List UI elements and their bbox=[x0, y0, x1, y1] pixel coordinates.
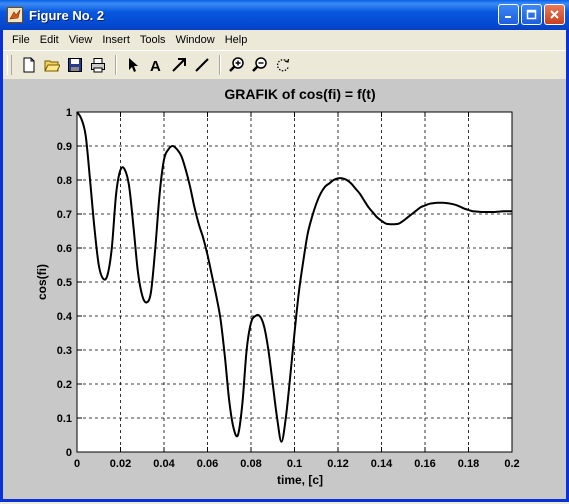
x-tick-label: 0.04 bbox=[153, 458, 175, 470]
insert-line-button[interactable] bbox=[191, 54, 213, 76]
maximize-icon bbox=[526, 9, 537, 20]
y-tick-label: 0.9 bbox=[57, 141, 72, 153]
zoom-in-button[interactable] bbox=[226, 54, 248, 76]
figure-toolbar: A bbox=[3, 50, 566, 80]
y-tick-label: 0.7 bbox=[57, 209, 72, 221]
title-bar[interactable]: Figure No. 2 bbox=[0, 0, 569, 30]
new-figure-button[interactable] bbox=[18, 54, 40, 76]
edit-plot-button[interactable] bbox=[122, 54, 144, 76]
minimize-icon bbox=[505, 16, 511, 18]
y-tick-label: 0.4 bbox=[57, 311, 73, 323]
x-tick-label: 0.16 bbox=[414, 458, 435, 470]
zoom-out-button[interactable] bbox=[249, 54, 271, 76]
close-button[interactable] bbox=[544, 4, 565, 25]
y-tick-label: 0.6 bbox=[57, 243, 72, 255]
x-tick-label: 0.08 bbox=[240, 458, 261, 470]
insert-text-button[interactable]: A bbox=[145, 54, 167, 76]
y-tick-label: 0.3 bbox=[57, 345, 72, 357]
open-file-button[interactable] bbox=[41, 54, 63, 76]
arrow-insert-icon bbox=[172, 58, 186, 72]
save-icon bbox=[68, 58, 82, 72]
svg-text:A: A bbox=[150, 58, 161, 73]
toolbar-grip[interactable] bbox=[7, 55, 12, 75]
menu-view[interactable]: View bbox=[64, 32, 98, 48]
save-button[interactable] bbox=[64, 54, 86, 76]
matlab-app-icon bbox=[7, 7, 23, 23]
menu-tools[interactable]: Tools bbox=[135, 32, 171, 48]
y-tick-label: 0.5 bbox=[57, 277, 72, 289]
x-tick-label: 0.1 bbox=[287, 458, 302, 470]
print-button[interactable] bbox=[87, 54, 109, 76]
menu-help[interactable]: Help bbox=[220, 32, 253, 48]
rotate-icon bbox=[276, 58, 290, 72]
print-icon bbox=[91, 58, 105, 73]
x-tick-labels: 0 0.02 0.04 0.06 0.08 0.1 0.12 0.14 0.16 0.18 0.2 bbox=[74, 458, 520, 470]
insert-arrow-button[interactable] bbox=[168, 54, 190, 76]
zoom-in-icon bbox=[229, 57, 244, 72]
window-title: Figure No. 2 bbox=[29, 7, 105, 23]
y-tick-label: 0.8 bbox=[57, 175, 72, 187]
y-axis-label: cos(fi) bbox=[35, 264, 49, 300]
y-tick-label: 1 bbox=[66, 107, 72, 119]
arrow-select-icon bbox=[129, 58, 138, 72]
y-tick-label: 0.2 bbox=[57, 379, 72, 391]
toolbar-separator bbox=[115, 55, 117, 75]
zoom-out-icon bbox=[252, 57, 267, 72]
rotate-button[interactable] bbox=[272, 54, 294, 76]
close-icon bbox=[550, 10, 559, 19]
x-tick-label: 0.06 bbox=[197, 458, 218, 470]
menu-bar: File Edit View Insert Tools Window Help bbox=[3, 30, 566, 50]
y-tick-label: 0 bbox=[66, 447, 72, 459]
line-insert-icon bbox=[195, 58, 209, 72]
menu-insert[interactable]: Insert bbox=[97, 32, 135, 48]
x-tick-label: 0.14 bbox=[371, 458, 393, 470]
figure-canvas: GRAFIK of cos(fi) = f(t) 0 0.02 0.04 0.06 0.… bbox=[3, 79, 566, 499]
menu-window[interactable]: Window bbox=[171, 32, 220, 48]
toolbar-separator bbox=[219, 55, 221, 75]
x-tick-label: 0 bbox=[74, 458, 80, 470]
text-insert-icon: A bbox=[150, 58, 161, 73]
x-axis-label: time, [c] bbox=[277, 473, 323, 487]
new-file-icon bbox=[23, 57, 35, 73]
menu-edit[interactable]: Edit bbox=[35, 32, 64, 48]
x-tick-label: 0.02 bbox=[110, 458, 131, 470]
line-chart[interactable]: GRAFIK of cos(fi) = f(t) 0 0.02 0.04 0.06 0.… bbox=[3, 79, 566, 499]
x-tick-label: 0.2 bbox=[504, 458, 519, 470]
x-tick-label: 0.18 bbox=[458, 458, 479, 470]
y-tick-labels: 0 0.1 0.2 0.3 0.4 0.5 0.6 0.7 0.8 0.9 1 bbox=[57, 107, 73, 459]
open-folder-icon bbox=[44, 60, 60, 72]
figure-window: Figure No. 2 File Edit View Insert Tools… bbox=[0, 0, 569, 502]
x-tick-label: 0.12 bbox=[327, 458, 348, 470]
menu-file[interactable]: File bbox=[7, 32, 35, 48]
minimize-button[interactable] bbox=[498, 4, 519, 25]
y-tick-label: 0.1 bbox=[57, 413, 72, 425]
chart-title: GRAFIK of cos(fi) = f(t) bbox=[224, 86, 375, 102]
maximize-button[interactable] bbox=[521, 4, 542, 25]
